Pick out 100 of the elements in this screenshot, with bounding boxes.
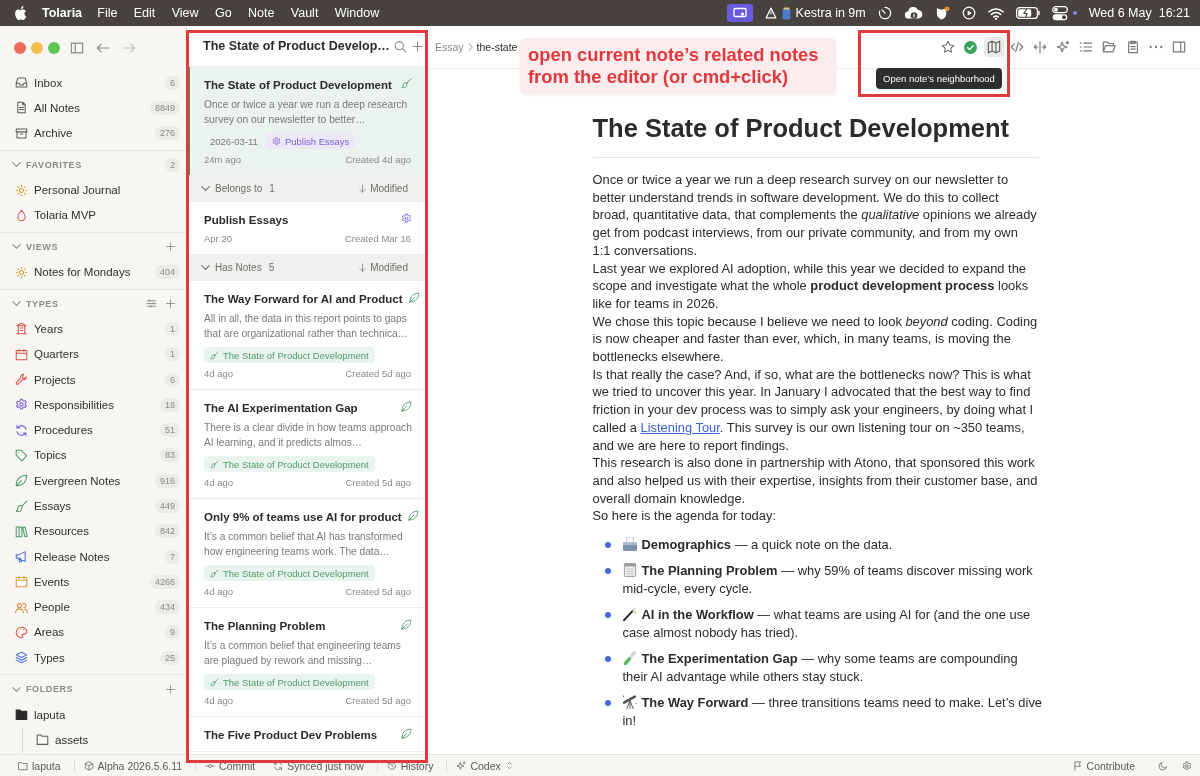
sidebar-item[interactable]: Areas 9 <box>0 619 186 646</box>
note-card[interactable]: Only 9% of teams use AI for product It’s a common belief that AI has transformed how engineering teams work. The data… The State of Product Development 4d ago Created 5d ago <box>187 499 426 608</box>
search-icon[interactable] <box>393 39 407 53</box>
wifi-icon[interactable] <box>987 6 1004 20</box>
sidebar-item[interactable]: Tolaria MVP <box>0 202 186 228</box>
sidebar-item[interactable]: Quarters 1 <box>0 341 186 367</box>
sidebar-item[interactable]: Release Notes 7 <box>0 543 186 570</box>
chevron-down-icon[interactable] <box>201 184 210 193</box>
sidebar-item[interactable]: Archive 276 <box>0 120 186 146</box>
breadcrumb-item[interactable]: the-state <box>476 41 518 53</box>
status-item[interactable]: laputa <box>9 759 70 772</box>
calendar-icon <box>15 347 28 361</box>
triangle-icon[interactable] <box>764 7 777 19</box>
arrow-down-icon <box>358 263 368 272</box>
sidebar-item[interactable]: Types 25 <box>0 645 186 671</box>
sidebar-item[interactable]: assets <box>23 727 186 753</box>
note-title: The Five Product Dev Problems <box>204 728 378 743</box>
plus-icon[interactable] <box>410 39 424 53</box>
sidebar-item[interactable]: Responsibilities 18 <box>0 392 186 418</box>
group-header[interactable]: Has Notes 5 Modified <box>187 255 426 281</box>
chevron-down-icon[interactable] <box>201 263 210 272</box>
jar-icon[interactable] <box>781 6 791 20</box>
check-circle-icon[interactable] <box>964 40 978 54</box>
breadcrumb-item[interactable]: Essay <box>435 41 464 53</box>
menu-item[interactable]: Go <box>206 6 240 20</box>
sidebar-item[interactable]: Notes for Mondays 404 <box>0 259 186 285</box>
sidebar-item[interactable]: People 434 <box>0 594 186 620</box>
chevron-down-icon[interactable] <box>12 684 21 694</box>
cloud-icon[interactable] <box>903 5 923 21</box>
reminder-text[interactable]: Kestra in 9m <box>795 6 866 20</box>
note-card[interactable]: The Five Product Dev Problems <box>187 717 426 752</box>
screen-share-icon[interactable] <box>726 4 753 22</box>
apple-icon[interactable] <box>15 6 27 20</box>
list-icon[interactable] <box>1079 40 1094 54</box>
app-menu[interactable]: Tolaria <box>42 6 83 20</box>
sidebar-item[interactable]: All Notes 8849 <box>0 95 186 121</box>
body-paragraph: So here is the agenda for today: <box>592 507 777 526</box>
play-icon[interactable] <box>961 6 976 20</box>
plus-icon[interactable] <box>165 683 176 695</box>
arrow-left-icon[interactable] <box>96 41 110 55</box>
note-card[interactable]: The State of Product Development Once or twice a year we run a deep research survey on our newsletter to better… 2026-03-11 Publish Essays 24m ago Created 4d ago <box>187 67 426 176</box>
folder-open-icon[interactable] <box>1102 40 1117 54</box>
chevron-down-icon[interactable] <box>12 160 21 170</box>
timer-icon[interactable] <box>877 6 892 20</box>
moon-icon[interactable] <box>1158 760 1168 771</box>
battery-icon[interactable] <box>1015 7 1040 19</box>
panel-icon[interactable] <box>1172 40 1186 54</box>
toggles-icon[interactable] <box>1051 5 1068 21</box>
menu-item[interactable]: Vault <box>282 6 327 20</box>
tag-chip[interactable]: Publish Essays <box>265 133 356 149</box>
sparkle-icon[interactable] <box>1056 40 1071 54</box>
sidebar-item[interactable]: Events 4266 <box>0 569 186 595</box>
item-count: 8849 <box>149 100 180 115</box>
menu-item[interactable]: File <box>89 6 126 20</box>
plus-icon[interactable] <box>165 241 176 253</box>
date-text[interactable]: Wed 6 May <box>1088 6 1152 20</box>
chevron-down-icon[interactable] <box>12 299 21 309</box>
sidebar-item[interactable]: Personal Journal <box>0 177 186 203</box>
plus-icon[interactable] <box>165 298 176 310</box>
note-excerpt: Once or twice a year we run a deep research survey on our newsletter to better… <box>204 98 409 127</box>
note-card[interactable]: The Planning Problem It’s a common belief that engineering teams are plagued by rework and missing… The State of Product Development 4d ago Created 5d ago <box>187 608 426 717</box>
window-zoom-button[interactable] <box>48 42 60 54</box>
sidebar-item[interactable]: Procedures 51 <box>0 417 186 443</box>
contribute-button[interactable]: Contribute <box>1063 759 1144 772</box>
sidebar-item[interactable]: Inbox 6 <box>0 70 186 96</box>
status-item[interactable]: Codex <box>446 759 523 772</box>
sidebar-item[interactable]: Essays 449 <box>0 493 186 519</box>
menu-item[interactable]: Edit <box>125 6 164 20</box>
shield-icon[interactable] <box>934 5 950 21</box>
status-item[interactable]: Alpha 2026.5.6.11 <box>73 759 192 772</box>
map-icon <box>986 40 1001 54</box>
split-icon[interactable] <box>1032 40 1047 54</box>
sliders-icon[interactable] <box>146 298 157 310</box>
clock-text[interactable]: 16:21 <box>1158 6 1190 20</box>
chevron-down-icon[interactable] <box>12 242 21 252</box>
menu-item[interactable]: Window <box>326 6 388 20</box>
group-header[interactable]: Belongs to 1 Modified <box>187 176 426 202</box>
sidebar-item[interactable]: Evergreen Notes 916 <box>0 468 186 494</box>
star-icon[interactable] <box>941 40 956 54</box>
status-item[interactable]: History <box>376 759 443 772</box>
menu-item[interactable]: View <box>163 6 207 20</box>
sidebar-item[interactable]: Resources 842 <box>0 518 186 544</box>
window-close-button[interactable] <box>14 42 26 54</box>
note-card[interactable]: The AI Experimentation Gap There is a clear divide in how teams approach AI learning, and it predicts almos… The State of Product Development 4d ago Created 5d ago <box>187 390 426 499</box>
note-card[interactable]: The Way Forward for AI and Product All in all, the data in this report points to gaps that are organizational rather than technica… The State of Product Development 4d ago Created 5d ago <box>187 281 426 390</box>
sidebar-item[interactable]: laputa <box>0 701 186 728</box>
clipboard-icon[interactable] <box>1125 40 1140 54</box>
sidebar-item[interactable]: Topics 83 <box>0 442 186 469</box>
sidebar-icon[interactable] <box>70 41 84 55</box>
refresh-icon <box>15 423 28 437</box>
sort-button[interactable]: Modified <box>358 262 408 273</box>
neighborhood-button[interactable] <box>983 37 1004 57</box>
menu-item[interactable]: Note <box>239 6 283 20</box>
item-count: 434 <box>154 600 180 615</box>
gear-icon[interactable] <box>1182 760 1192 771</box>
text-link[interactable]: Listening Tour <box>640 419 720 435</box>
sidebar-item[interactable]: Years 1 <box>0 316 186 342</box>
sort-button[interactable]: Modified <box>358 183 408 194</box>
code-icon[interactable] <box>1009 40 1024 54</box>
sidebar-item[interactable]: Projects 6 <box>0 366 186 393</box>
